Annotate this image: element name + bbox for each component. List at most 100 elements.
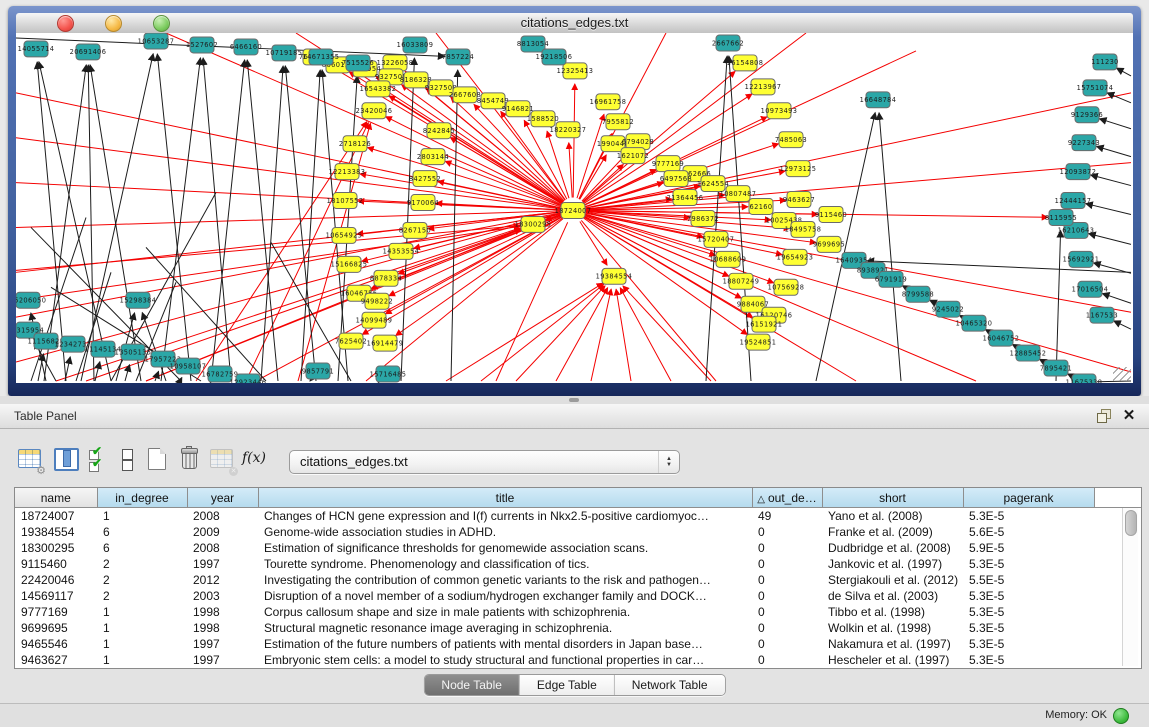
black-edge[interactable] bbox=[161, 58, 200, 381]
row-height-icon[interactable] bbox=[114, 446, 142, 474]
black-edge[interactable] bbox=[1107, 93, 1131, 103]
table-cell[interactable]: Jankovic et al. (1997) bbox=[822, 556, 963, 572]
table-cell[interactable]: Changes of HCN gene expression and I(f) … bbox=[258, 508, 752, 525]
red-edge[interactable] bbox=[591, 289, 611, 381]
table-cell[interactable]: Structural magnetic resonance image aver… bbox=[258, 620, 752, 636]
table-cell[interactable]: 0 bbox=[752, 652, 822, 668]
network-graph[interactable]: 1872400718300295193845547663822866012889… bbox=[16, 33, 1133, 383]
table-cell[interactable]: 1 bbox=[97, 636, 187, 652]
table-cell[interactable]: 2012 bbox=[187, 572, 258, 588]
table-cell[interactable]: 1997 bbox=[187, 636, 258, 652]
red-edge[interactable] bbox=[481, 284, 604, 381]
column-header-short[interactable]: short bbox=[822, 488, 963, 508]
vertical-scrollbar[interactable] bbox=[1122, 508, 1138, 666]
table-cell[interactable]: 5.3E-5 bbox=[963, 636, 1094, 652]
function-builder-icon[interactable]: f(x) bbox=[242, 446, 270, 474]
red-edge[interactable] bbox=[16, 213, 560, 317]
black-edge[interactable] bbox=[879, 113, 901, 381]
table-row[interactable]: 946362711997Embryonic stem cells: a mode… bbox=[15, 652, 1141, 668]
table-cell[interactable]: 5.3E-5 bbox=[963, 508, 1094, 525]
table-cell[interactable]: 9463627 bbox=[15, 652, 97, 668]
table-cell[interactable]: 5.5E-5 bbox=[963, 572, 1094, 588]
table-cell[interactable]: Nakamura et al. (1997) bbox=[822, 636, 963, 652]
table-cell[interactable]: 0 bbox=[752, 540, 822, 556]
red-edge[interactable] bbox=[585, 214, 1131, 372]
black-edge[interactable] bbox=[157, 54, 191, 381]
table-cell[interactable]: 1998 bbox=[187, 620, 258, 636]
window-titlebar[interactable]: citations_edges.txt bbox=[16, 13, 1133, 34]
table-row[interactable]: 911546021997Tourette syndrome. Phenomeno… bbox=[15, 556, 1141, 572]
table-row[interactable]: 977716911998Corpus callosum shape and si… bbox=[15, 604, 1141, 620]
table-cell[interactable]: 0 bbox=[752, 524, 822, 540]
table-cell[interactable]: 2003 bbox=[187, 588, 258, 604]
new-table-icon[interactable] bbox=[144, 446, 172, 474]
table-cell[interactable]: 9465546 bbox=[15, 636, 97, 652]
table-cell[interactable]: Hescheler et al. (1997) bbox=[822, 652, 963, 668]
black-edge[interactable] bbox=[1086, 204, 1131, 215]
table-row[interactable]: 1872400712008Changes of HCN gene express… bbox=[15, 508, 1141, 525]
black-edge[interactable] bbox=[401, 58, 414, 381]
black-edge[interactable] bbox=[95, 362, 100, 381]
red-edge[interactable] bbox=[547, 131, 569, 198]
table-cell[interactable]: 5.3E-5 bbox=[963, 652, 1094, 668]
table-row[interactable]: 946554611997Estimation of the future num… bbox=[15, 636, 1141, 652]
black-edge[interactable] bbox=[1091, 175, 1131, 186]
table-row[interactable]: 1830029562008Estimation of significance … bbox=[15, 540, 1141, 556]
table-cell[interactable]: 2008 bbox=[187, 540, 258, 556]
red-edge[interactable] bbox=[446, 283, 603, 381]
table-row[interactable]: 1938455462009Genome-wide association stu… bbox=[15, 524, 1141, 540]
red-edge[interactable] bbox=[585, 51, 916, 205]
tab-edge-table[interactable]: Edge Table bbox=[520, 675, 615, 695]
table-row[interactable]: 1456911722003Disruption of a novel membe… bbox=[15, 588, 1141, 604]
table-settings-icon[interactable]: ⚙ bbox=[16, 446, 44, 474]
red-edge[interactable] bbox=[586, 195, 725, 209]
table-cell[interactable]: 5.9E-5 bbox=[963, 540, 1094, 556]
float-icon[interactable] bbox=[1097, 409, 1111, 423]
table-cell[interactable]: 22420046 bbox=[15, 572, 97, 588]
table-cell[interactable]: 1 bbox=[97, 508, 187, 525]
table-cell[interactable]: 0 bbox=[752, 588, 822, 604]
column-header-year[interactable]: year bbox=[187, 488, 258, 508]
column-header-outde[interactable]: △out_de… bbox=[752, 488, 822, 508]
table-cell[interactable]: 2 bbox=[97, 588, 187, 604]
table-cell[interactable]: 9699695 bbox=[15, 620, 97, 636]
table-cell[interactable]: 9115460 bbox=[15, 556, 97, 572]
red-edge[interactable] bbox=[581, 220, 716, 381]
table-cell[interactable]: 9777169 bbox=[15, 604, 97, 620]
black-edge[interactable] bbox=[301, 70, 320, 381]
table-cell[interactable]: 2 bbox=[97, 556, 187, 572]
scrollbar-thumb[interactable] bbox=[1125, 510, 1137, 536]
table-cell[interactable]: 18300295 bbox=[15, 540, 97, 556]
table-cell[interactable]: 6 bbox=[97, 540, 187, 556]
black-edge[interactable] bbox=[261, 66, 283, 381]
table-cell[interactable]: Estimation of significance thresholds fo… bbox=[258, 540, 752, 556]
table-cell[interactable]: Wolkin et al. (1998) bbox=[822, 620, 963, 636]
table-cell[interactable]: 5.3E-5 bbox=[963, 588, 1094, 604]
delete-table-icon[interactable] bbox=[176, 446, 204, 474]
table-cell[interactable]: Tibbo et al. (1998) bbox=[822, 604, 963, 620]
black-edge[interactable] bbox=[1114, 321, 1131, 329]
table-cell[interactable]: 5.3E-5 bbox=[963, 604, 1094, 620]
red-edge[interactable] bbox=[573, 84, 575, 198]
black-edge[interactable] bbox=[1116, 68, 1131, 76]
black-edge[interactable] bbox=[1056, 230, 1061, 381]
table-cell[interactable]: 1 bbox=[97, 620, 187, 636]
table-cell[interactable]: Yano et al. (2008) bbox=[822, 508, 963, 525]
black-edge[interactable] bbox=[1099, 119, 1131, 129]
table-cell[interactable]: 6 bbox=[97, 524, 187, 540]
table-cell[interactable]: 1 bbox=[97, 604, 187, 620]
red-edge[interactable] bbox=[620, 288, 671, 381]
column-header-pagerank[interactable]: pagerank bbox=[963, 488, 1094, 508]
table-cell[interactable]: 18724007 bbox=[15, 508, 97, 525]
black-edge[interactable] bbox=[930, 300, 937, 303]
table-cell[interactable]: 5.3E-5 bbox=[963, 620, 1094, 636]
table-cell[interactable]: 1997 bbox=[187, 556, 258, 572]
table-cell[interactable]: Investigating the contribution of common… bbox=[258, 572, 752, 588]
tab-node-table[interactable]: Node Table bbox=[424, 675, 520, 695]
black-edge[interactable] bbox=[203, 58, 231, 381]
table-cell[interactable]: Genome-wide association studies in ADHD. bbox=[258, 524, 752, 540]
red-edge[interactable] bbox=[516, 286, 605, 381]
black-edge[interactable] bbox=[1039, 359, 1044, 362]
table-cell[interactable]: 0 bbox=[752, 620, 822, 636]
table-cell[interactable]: 0 bbox=[752, 604, 822, 620]
